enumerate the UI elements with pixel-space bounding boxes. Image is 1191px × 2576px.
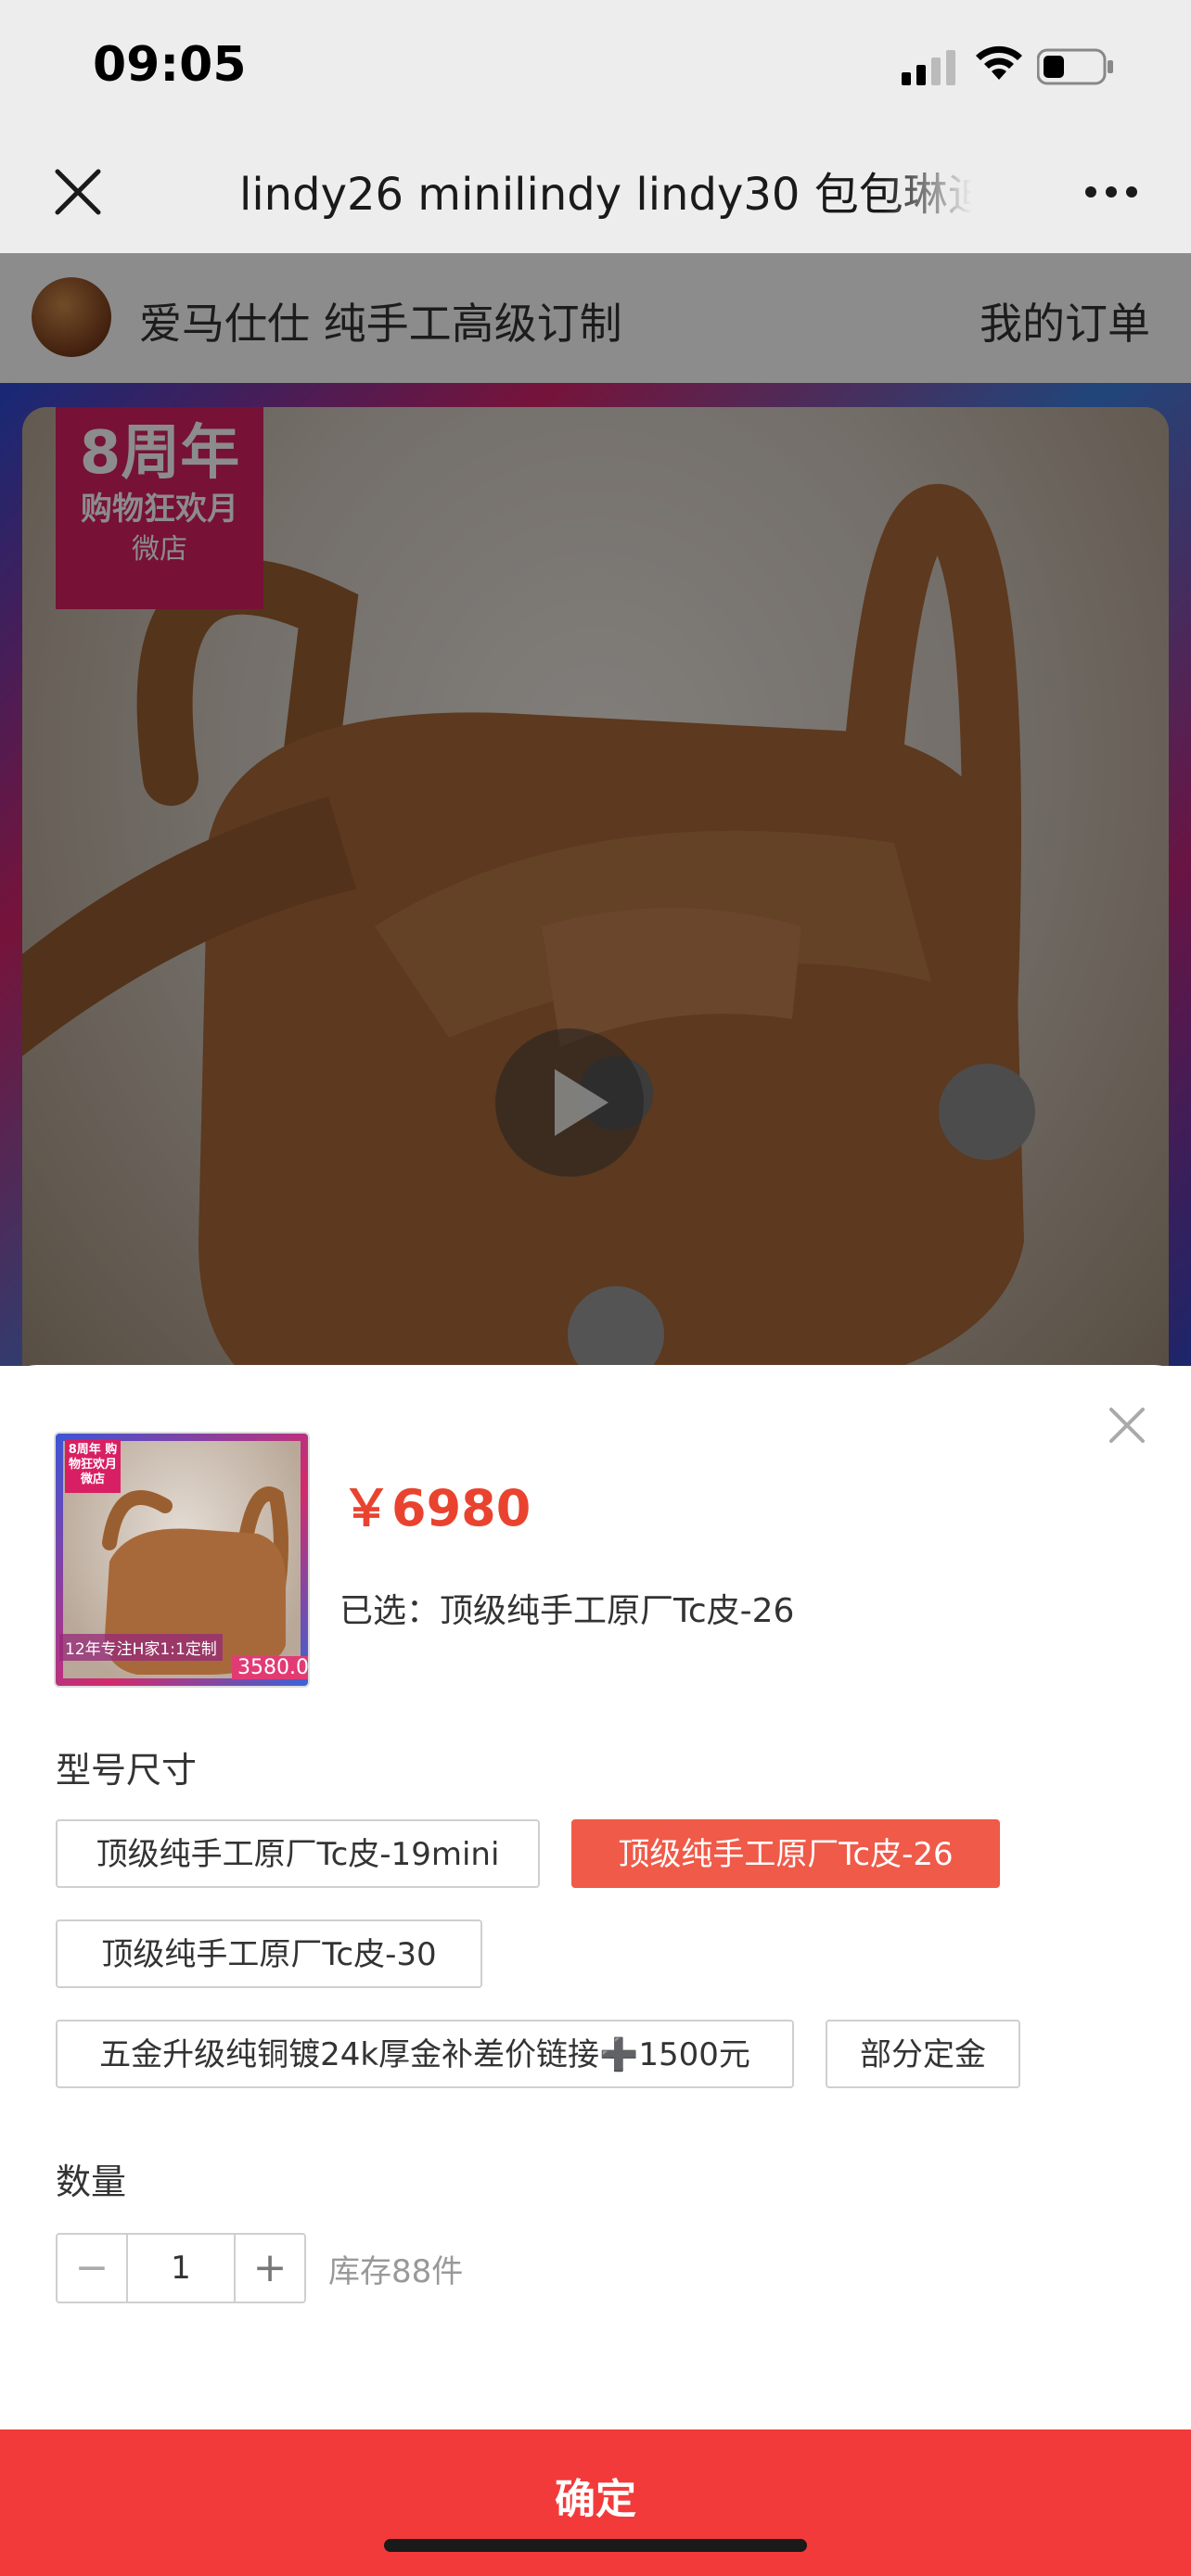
product-thumbnail: 8周年 购物狂欢月 微店 12年专注H家1:1定制 3580.0 (54, 1432, 310, 1688)
option-19mini[interactable]: 顶级纯手工原厂Tc皮-19mini (56, 1819, 540, 1888)
thumbnail-caption: 12年专注H家1:1定制 (59, 1634, 223, 1661)
thumbnail-price: 3580.0 (232, 1656, 308, 1679)
option-hardware-upgrade[interactable]: 五金升级纯铜镀24k厚金补差价链接➕1500元 (56, 2020, 794, 2088)
nav-bar: lindy26 minilindy lindy30 包包琳迪包 (0, 134, 1191, 253)
wifi-icon (976, 45, 1022, 80)
home-indicator[interactable] (384, 2539, 807, 2552)
battery-icon (1037, 48, 1113, 85)
cellular-signal-icon (902, 50, 955, 85)
price: ￥6980 (341, 1479, 531, 1537)
status-time: 09:05 (93, 37, 247, 93)
overlay-mask[interactable] (0, 253, 1191, 1366)
product-page: 爱马仕仕 纯手工高级订制 我的订单 8周年 购物狂欢月 微店 (0, 253, 1191, 1366)
close-icon[interactable] (1104, 1402, 1150, 1448)
quantity-label: 数量 (56, 2162, 127, 2202)
page-title: lindy26 minilindy lindy30 包包琳迪包 (239, 169, 972, 221)
option-26[interactable]: 顶级纯手工原厂Tc皮-26 (571, 1819, 1000, 1888)
close-icon[interactable] (48, 162, 108, 222)
more-icon[interactable] (1083, 181, 1139, 203)
size-label: 型号尺寸 (56, 1750, 198, 1791)
quantity-input[interactable]: 1 (128, 2235, 234, 2302)
quantity-minus-button[interactable]: − (58, 2235, 128, 2302)
stock-count: 库存88件 (328, 2253, 464, 2290)
confirm-button[interactable]: 确定 (0, 2429, 1191, 2576)
quantity-plus-button[interactable]: + (234, 2235, 304, 2302)
option-deposit[interactable]: 部分定金 (826, 2020, 1020, 2088)
sku-sheet: 8周年 购物狂欢月 微店 12年专注H家1:1定制 3580.0 ￥6980 已… (0, 1365, 1191, 2576)
option-30[interactable]: 顶级纯手工原厂Tc皮-30 (56, 1919, 482, 1988)
thumbnail-badge: 8周年 购物狂欢月 微店 (65, 1439, 121, 1493)
quantity-stepper: − 1 + (56, 2233, 306, 2303)
status-bar: 09:05 (0, 0, 1191, 134)
selected-variant: 已选：顶级纯手工原厂Tc皮-26 (339, 1592, 795, 1630)
